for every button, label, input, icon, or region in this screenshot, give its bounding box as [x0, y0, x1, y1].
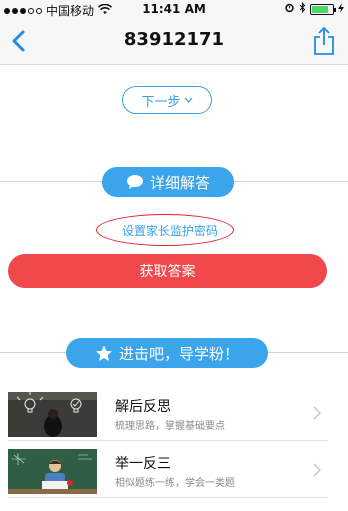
screen: 中国移动 11:41 AM 83912171 下一步 详细解答 设置家长监护密码… — [0, 0, 348, 511]
detail-section-label: 详细解答 — [149, 173, 210, 192]
row-title: 解后反思 — [115, 399, 171, 415]
row-subtitle: 梳理思路，掌握基础要点 — [115, 421, 225, 432]
battery-fill — [312, 5, 328, 13]
share-button[interactable] — [312, 26, 336, 56]
chevron-right-icon — [313, 463, 321, 477]
page-title: 83912171 — [123, 29, 225, 50]
row-title: 举一反三 — [115, 456, 171, 472]
alarm-icon — [284, 2, 295, 16]
list-item-practice[interactable]: 举一反三 相似题练一练，学会一类题 — [8, 446, 328, 498]
detail-section-header: 详细解答 — [0, 165, 348, 199]
learn-pill: 进击吧，导学粉！ — [66, 338, 268, 368]
learn-section-label: 进击吧，导学粉！ — [118, 344, 239, 363]
chevron-down-icon — [184, 97, 192, 103]
parent-password-link[interactable]: 设置家长监护密码 — [110, 222, 230, 240]
battery-icon — [310, 3, 336, 15]
chevron-right-icon — [313, 406, 321, 420]
nav-bar: 83912171 — [0, 18, 348, 65]
chat-bubble-icon — [126, 175, 143, 189]
practice-thumbnail — [8, 449, 97, 494]
bluetooth-icon — [299, 1, 306, 16]
next-step-label: 下一步 — [141, 94, 181, 110]
share-icon — [314, 26, 334, 55]
learn-section-header: 进击吧，导学粉！ — [0, 336, 348, 370]
next-step-button[interactable]: 下一步 — [122, 86, 212, 114]
get-answer-button[interactable]: 获取答案 — [8, 254, 327, 288]
status-right — [284, 1, 344, 16]
reflection-thumbnail — [8, 392, 97, 437]
list-item-reflection[interactable]: 解后反思 梳理思路，掌握基础要点 — [8, 389, 328, 441]
get-answer-label: 获取答案 — [139, 264, 196, 280]
row-subtitle: 相似题练一练，学会一类题 — [115, 478, 235, 489]
status-bar: 中国移动 11:41 AM — [0, 0, 348, 18]
detail-pill: 详细解答 — [102, 167, 234, 197]
star-icon — [95, 345, 112, 361]
charging-icon — [338, 2, 344, 16]
